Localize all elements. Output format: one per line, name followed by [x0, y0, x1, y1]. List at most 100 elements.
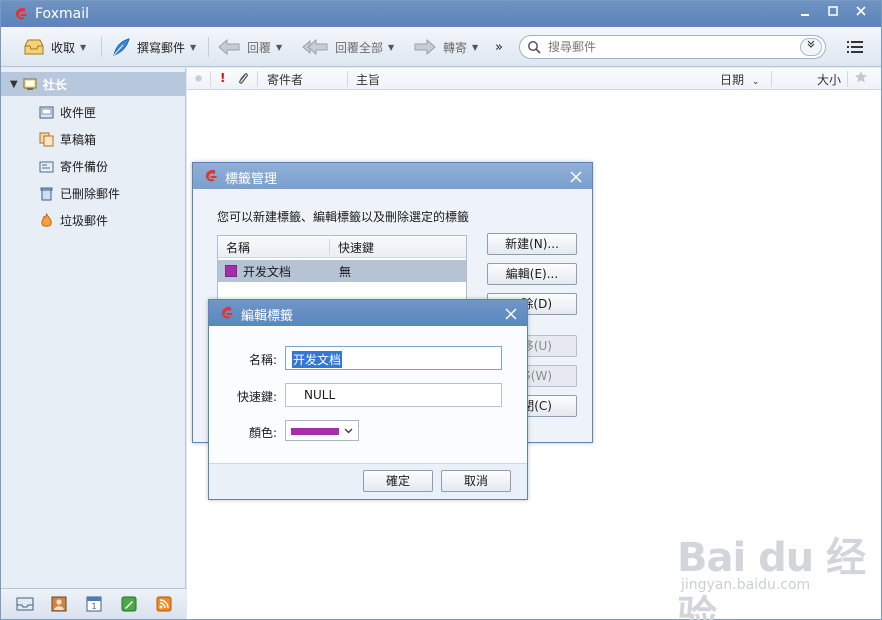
- folder-junk[interactable]: 垃圾郵件: [39, 210, 108, 230]
- junk-icon: [41, 212, 52, 227]
- rss-icon: [156, 596, 172, 612]
- tag-list-header: 名稱 快速鍵: [218, 236, 466, 258]
- tag-manager-close-button[interactable]: [570, 165, 582, 187]
- close-window-button[interactable]: [850, 4, 872, 24]
- edit-tag-button[interactable]: 編輯(E)...: [487, 263, 577, 285]
- calendar-icon: 1: [86, 596, 102, 612]
- account-icon: [23, 78, 37, 90]
- chevron-down-icon[interactable]: ▼: [276, 43, 282, 52]
- read-status-column[interactable]: [194, 72, 203, 86]
- search-input[interactable]: [548, 39, 788, 55]
- chevron-down-icon[interactable]: ▼: [388, 43, 394, 52]
- shortcut-input[interactable]: NULL: [285, 383, 502, 407]
- edit-tag-title: 編輯標籤: [241, 309, 294, 324]
- close-icon: [505, 308, 517, 320]
- close-icon: [856, 6, 866, 16]
- column-divider: [847, 71, 848, 87]
- tag-name-column[interactable]: 名稱: [226, 239, 250, 256]
- chevron-down-icon[interactable]: ▼: [472, 43, 478, 52]
- collapse-triangle-icon[interactable]: ▼: [10, 79, 18, 90]
- sender-column[interactable]: 寄件者: [267, 71, 303, 88]
- contacts-icon: [51, 596, 67, 612]
- menu-button[interactable]: [847, 40, 863, 57]
- folder-trash[interactable]: 已刪除郵件: [39, 183, 120, 203]
- tag-shortcut-column[interactable]: 快速鍵: [338, 239, 374, 256]
- close-icon: [570, 171, 582, 183]
- column-divider: [347, 71, 348, 87]
- shortcut-label: 快速鍵:: [236, 390, 277, 404]
- reply-all-button[interactable]: 回覆全部 ▼: [301, 35, 394, 59]
- folder-sent[interactable]: 寄件備份: [39, 156, 108, 176]
- color-preview: [291, 428, 339, 435]
- tag-row[interactable]: 开发文档 無: [218, 260, 466, 282]
- inbox-tray-icon: [24, 39, 44, 55]
- chevron-down-icon[interactable]: ▼: [80, 43, 86, 52]
- reply-label: 回覆: [247, 40, 272, 55]
- calendar-module-button[interactable]: 1: [85, 595, 103, 613]
- color-picker[interactable]: [285, 420, 359, 441]
- folder-label: 垃圾郵件: [60, 213, 109, 228]
- size-column[interactable]: 大小: [817, 71, 841, 88]
- search-options-button[interactable]: [800, 38, 822, 56]
- cancel-button[interactable]: 取消: [441, 470, 511, 492]
- ok-button[interactable]: 確定: [363, 470, 433, 492]
- folder-label: 草稿箱: [60, 132, 97, 147]
- color-label: 顏色:: [248, 426, 277, 440]
- reply-all-arrow-icon: [302, 38, 328, 56]
- chevron-down-icon[interactable]: ▼: [190, 43, 196, 52]
- more-toolbar-button[interactable]: »: [495, 35, 503, 59]
- forward-button[interactable]: 轉寄 ▼: [413, 35, 478, 59]
- list-menu-icon: [847, 41, 863, 53]
- star-icon: [855, 71, 867, 83]
- drafts-icon: [39, 132, 54, 146]
- contacts-module-button[interactable]: [50, 595, 68, 613]
- chevron-down-icon: [344, 428, 353, 434]
- account-node[interactable]: ▼ 社长: [1, 72, 186, 96]
- reply-button[interactable]: 回覆 ▼: [217, 35, 282, 59]
- svg-text:1: 1: [91, 602, 96, 611]
- folder-drafts[interactable]: 草稿箱: [39, 129, 96, 149]
- foxmail-logo-icon: [15, 7, 27, 20]
- main-toolbar: 收取 ▼ 撰寫郵件 ▼ 回覆 ▼ 回覆全部 ▼ 轉寄 ▼ » 搜尋郵件: [1, 27, 881, 67]
- important-column[interactable]: !: [220, 71, 225, 85]
- star-column[interactable]: [854, 70, 868, 87]
- attachment-column[interactable]: [237, 72, 249, 89]
- subject-column[interactable]: 主旨: [356, 71, 380, 88]
- dialog-footer: 確定 取消: [209, 463, 527, 499]
- folder-label: 已刪除郵件: [60, 186, 121, 201]
- compose-button[interactable]: 撰寫郵件 ▼: [111, 35, 196, 59]
- dot-icon: [195, 75, 202, 82]
- date-column[interactable]: 日期 ⌄: [720, 71, 759, 88]
- search-box[interactable]: [519, 35, 826, 59]
- tag-manager-title: 標籤管理: [225, 172, 278, 187]
- rss-module-button[interactable]: [155, 595, 173, 613]
- tag-manager-titlebar: 標籤管理: [193, 163, 592, 189]
- receive-button[interactable]: 收取 ▼: [23, 35, 86, 59]
- receive-label: 收取: [51, 40, 76, 55]
- tag-row-shortcut: 無: [339, 265, 352, 279]
- app-title: Foxmail: [35, 6, 89, 22]
- search-icon: [528, 41, 541, 54]
- sort-chevron-icon: ⌄: [751, 77, 760, 87]
- name-label: 名稱:: [248, 353, 277, 367]
- watermark-brand: Bai du 经验: [677, 535, 866, 620]
- more-label: »: [495, 39, 503, 55]
- foxmail-logo-icon: [221, 306, 233, 319]
- maximize-button[interactable]: [822, 4, 844, 24]
- inbox-icon: [39, 106, 54, 118]
- date-column-label: 日期: [720, 73, 745, 87]
- maximize-icon: [828, 6, 838, 16]
- account-name: 社长: [42, 77, 67, 92]
- folder-inbox[interactable]: 收件匣: [39, 102, 96, 122]
- new-tag-button[interactable]: 新建(N)...: [487, 233, 577, 255]
- name-input[interactable]: 开发文档: [285, 346, 502, 370]
- minimize-button[interactable]: [794, 4, 816, 24]
- tag-row-name: 开发文档: [243, 265, 292, 279]
- tag-manager-description: 您可以新建標籤、編輯標籤以及刪除選定的標籤: [217, 210, 470, 224]
- compose-label: 撰寫郵件: [137, 40, 186, 55]
- column-divider: [210, 71, 211, 87]
- mail-module-button[interactable]: [16, 595, 34, 613]
- notes-module-button[interactable]: [120, 595, 138, 613]
- shortcut-input-value: NULL: [304, 388, 336, 402]
- edit-tag-close-button[interactable]: [505, 302, 517, 324]
